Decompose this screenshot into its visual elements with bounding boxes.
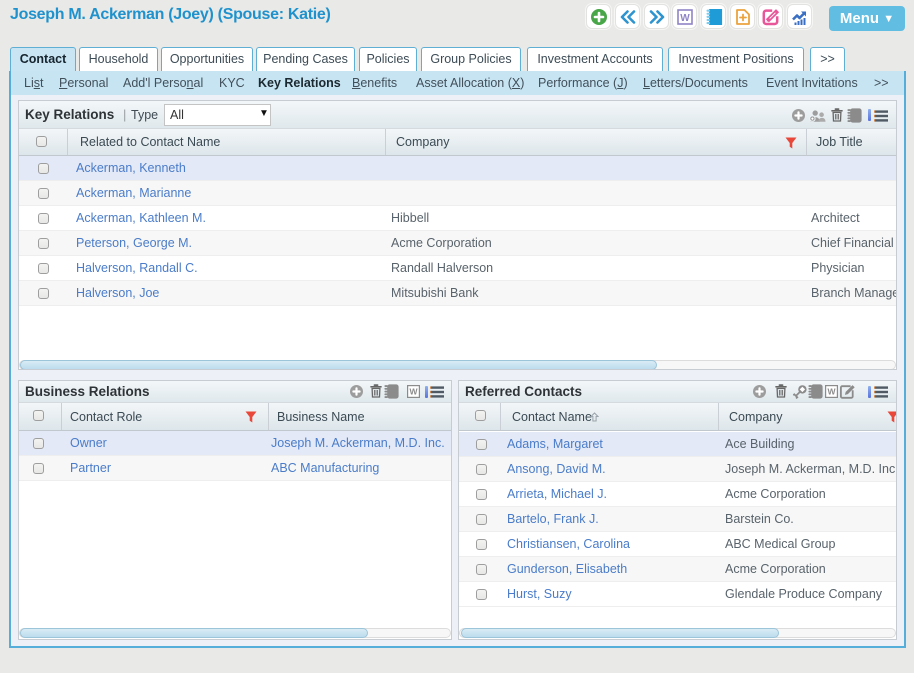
svg-text:W: W (827, 387, 836, 397)
svg-text:W: W (409, 387, 418, 397)
svg-text:W: W (680, 13, 690, 24)
